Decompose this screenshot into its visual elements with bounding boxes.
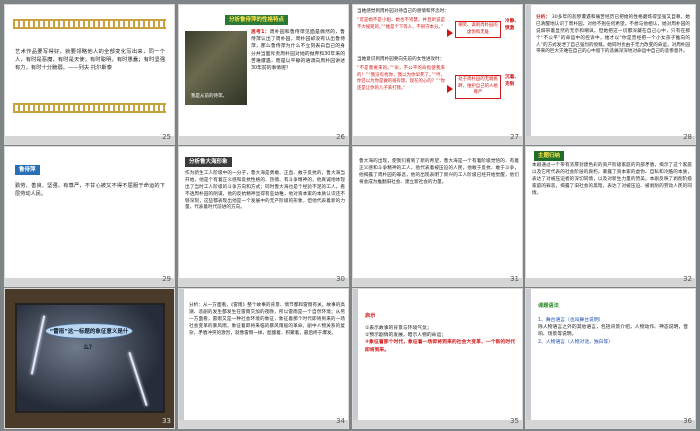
slide-thumbnail-26[interactable]: 分析鲁侍萍的性格特点 我是从前的侍萍。 思考1：周朴园和鲁侍萍见面是偶然的，鲁侍… [178, 4, 349, 145]
slide-thumbnail-29[interactable]: 鲁侍萍 勤劳、善良、坚强、有尊严，不甘心被又不得不屈服于命运的下层劳动人民。 2… [4, 146, 175, 287]
slide-footer-bar [353, 136, 522, 144]
think-text: 周朴园和鲁侍萍见面是偶然的，鲁侍萍认出了周朴园，周朴园却没有认出鲁侍萍，那么鲁侍… [251, 30, 345, 71]
slide-footer-bar [179, 278, 348, 286]
quote-block-1: “可是她不是小姐，她也不贤慧，并且听说是不大规矩的。”“她是个下等人，不很守本分… [357, 18, 445, 30]
analysis-box-2: 处于周朴园的无端挑衅，维护自己的人格尊严 [455, 75, 501, 99]
photo-caption: 我是从前的侍萍。 [191, 94, 227, 100]
slide-side-stripe [526, 5, 531, 144]
slide-footer-bar [353, 278, 522, 286]
slide-number: 36 [683, 416, 692, 425]
slide-body: 本剧通过一个带有浓厚封建色彩的资产阶级家庭的内部矛盾，揭示了这个家庭以及它所代表… [532, 163, 692, 196]
section-line-1: 当她感觉到周朴园对待自己的感情和怀念时： [357, 9, 449, 14]
slide-thumbnail-28[interactable]: 分析： 30多年的悲惨遭遇和痛苦经历已把她的性格磨炼得坚强又自尊。她已清醒地认识… [525, 4, 696, 145]
slide-number: 33 [162, 416, 171, 425]
slide-body: 作为新生工人阶级中的一分子，鲁大海是勇敢、正直、敢于反抗的，鲁大海当开始，他是个… [185, 171, 345, 211]
slide-footer-bar [526, 278, 695, 286]
slide-body: 勤劳、善良、坚强、有尊严，不甘心被又不得不屈服于命运的下层劳动人民。 [15, 183, 165, 197]
think-label: 思考1： [251, 30, 270, 35]
side-note-1: 冷静、愤激 [505, 19, 519, 31]
slide-heading: 分析鲁侍萍的性格特点 [225, 15, 289, 26]
slide-heading: 分析鲁大海形象 [185, 157, 232, 168]
slide-thumbnail-32[interactable]: 主题归纳 本剧通过一个带有浓厚封建色彩的资产阶级家庭的内部矛盾，揭示了这个家庭以… [525, 146, 696, 287]
slide-number: 31 [510, 274, 519, 283]
slide-footer-bar [5, 136, 174, 144]
slide-thumbnail-25[interactable]: 艺术作品要写得好，就要领略他人的全部变化写出来，同一个人，有时是恶魔，有时是天使… [4, 4, 175, 145]
list-item: ②预示剧情的发展，暗示人物的命运； [365, 333, 447, 339]
decorative-border-bottom [13, 103, 166, 113]
slide-quote-text: 艺术作品要写得好，就要领略他人的全部变化写出来，同一个人，有时是恶魔，有时是天使… [15, 49, 165, 71]
slide-sorter-grid: 艺术作品要写得好，就要领略他人的全部变化写出来，同一个人，有时是恶魔，有时是天使… [0, 0, 700, 431]
slide-side-stripe [179, 289, 184, 428]
slide-footer-bar [353, 420, 522, 428]
slide-footer-bar [526, 420, 695, 428]
slide-label: 课题语法 [538, 303, 559, 309]
slide-body: 思考1：周朴园和鲁侍萍见面是偶然的，鲁侍萍认出了周朴园，周朴园却没有认出鲁侍萍，… [251, 29, 345, 72]
arrow-right-icon [447, 29, 453, 37]
side-note-2: 沉着、克制 [505, 75, 519, 87]
slide-number: 27 [510, 132, 519, 141]
slide-body: 鲁大海的出现，使我们看到了新的希望，鲁大海是一个有着阶级觉悟的、有着正义感和斗争… [359, 159, 519, 185]
section-line-2: 当她意识到周朴园要向先前的女性进攻时： [357, 57, 445, 62]
list-item: 1、舞台语言（也叫舞台说明） [538, 318, 604, 323]
slide-footer-bar [179, 420, 348, 428]
slide-thumbnail-34[interactable]: 分析：从一方面看，《雷雨》整个故事的背景、情节都和雷雨有关，故事的高潮、悲剧的发… [178, 288, 349, 429]
slide-footer-bar [526, 136, 695, 144]
slide-heading: 鲁侍萍 [15, 165, 40, 176]
slide-body: 分析： 30多年的悲惨遭遇和痛苦经历已把她的性格磨炼得坚强又自尊。她已清醒地认识… [536, 15, 690, 56]
slide-side-stripe [353, 289, 358, 428]
list-item: 2、人物语言（人物对话，独白等） [538, 339, 614, 345]
slide-thumbnail-31[interactable]: 鲁大海的出现，使我们看到了新的希望，鲁大海是一个有着阶级觉悟的、有着正义感和斗争… [352, 146, 523, 287]
slide-thumbnail-35[interactable]: 启示 ①表示故事的背景与环境气氛； ②预示剧情的发展，暗示人物的命运； ③象征着… [352, 288, 523, 429]
slide-body: ①表示故事的背景与环境气氛； ②预示剧情的发展，暗示人物的命运； ③象征着那个时… [365, 325, 515, 354]
analysis-box-1: 嘲笑、讽刺周朴园的虚伪和无耻 [455, 21, 501, 39]
slide-thumbnail-36[interactable]: 课题语法 1、舞台语言（也叫舞台说明） 除人物语言之外的其他语言，包括背景介绍，… [525, 288, 696, 429]
lightning-bolt-icon [30, 315, 46, 375]
slide-label: 启示 [365, 313, 376, 319]
analysis-label: 分析： [536, 15, 551, 20]
question-bubble: “雷雨”这一标题的象征意义是什么？ [45, 323, 133, 351]
slide-number: 32 [683, 274, 692, 283]
slide-footer-bar [179, 136, 348, 144]
slide-number: 26 [336, 132, 345, 141]
analysis-text: 30多年的悲惨遭遇和痛苦经历已把她的性格磨炼得坚强又自尊。她已清醒地认识了周朴园… [536, 15, 690, 55]
lightning-bolt-icon [128, 352, 148, 406]
slide-heading: 主题归纳 [534, 151, 565, 162]
slide-number: 34 [336, 416, 345, 425]
photo-image: 我是从前的侍萍。 [185, 31, 247, 105]
slide-number: 35 [510, 416, 519, 425]
slide-number: 30 [336, 274, 345, 283]
slide-thumbnail-30[interactable]: 分析鲁大海形象 作为新生工人阶级中的一分子，鲁大海是勇敢、正直、敢于反抗的，鲁大… [178, 146, 349, 287]
arrow-right-icon [447, 85, 453, 93]
slide-thumbnail-27[interactable]: 当她感觉到周朴园对待自己的感情和怀念时： “可是她不是小姐，她也不贤慧，并且听说… [352, 4, 523, 145]
slide-thumbnail-33[interactable]: “雷雨”这一标题的象征意义是什么？ 33 [4, 288, 175, 429]
slide-number: 29 [162, 274, 171, 283]
slide-body: 分析：从一方面看，《雷雨》整个故事的背景、情节都和雷雨有关，故事的高潮、悲剧的发… [189, 303, 345, 336]
storm-image [15, 303, 165, 413]
list-item: 除人物语言之外的其他语言，包括背景介绍，人物动作、神态说明，音响、场景等说明。 [538, 325, 688, 338]
slide-number: 25 [162, 132, 171, 141]
list-item: ①表示故事的背景与环境气氛； [365, 326, 432, 331]
quote-block-2: “不是我要来的。”“命，不公平的命指使我来的！”“我没有找你，我以为你早死了。”… [357, 66, 445, 91]
decorative-border-top [13, 19, 166, 29]
slide-number: 28 [683, 132, 692, 141]
slide-footer-bar [5, 278, 174, 286]
slide-body: 1、舞台语言（也叫舞台说明） 除人物语言之外的其他语言，包括背景介绍，人物动作、… [538, 317, 688, 346]
slide-side-stripe [526, 289, 531, 428]
list-item: ③象征着那个时代，象征着一场即将到来的社会大变革，一个新的时代即将到来。 [365, 340, 515, 353]
